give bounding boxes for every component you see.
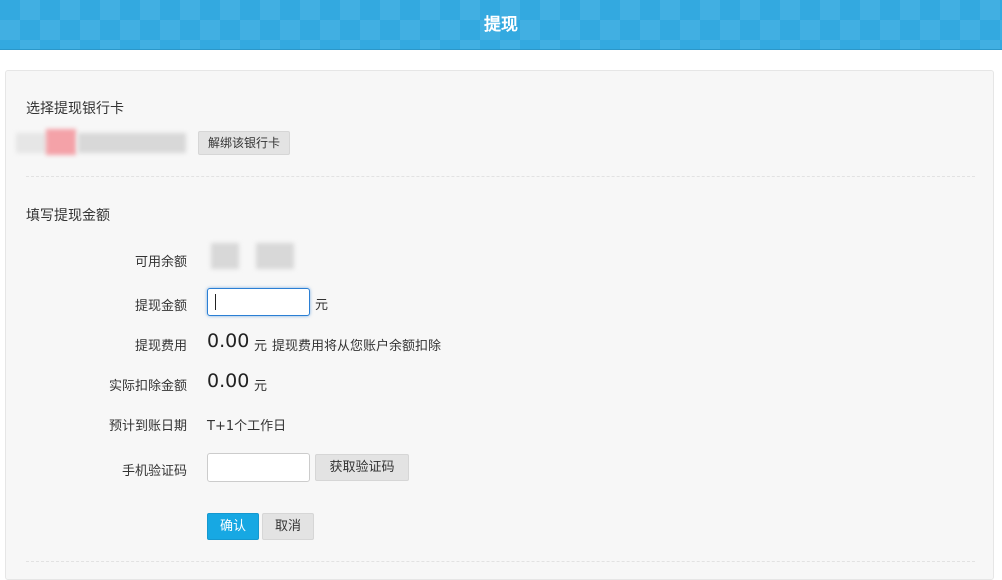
- sms-code-label: 手机验证码: [121, 464, 187, 479]
- top-header-bar: 提现: [0, 0, 1002, 50]
- fee-value: 0.00: [207, 330, 250, 352]
- actual-deduction-value: 0.00: [207, 370, 250, 392]
- amount-section-title: 填写提现金额: [26, 208, 110, 224]
- actual-deduction-label: 实际扣除金额: [108, 379, 187, 394]
- withdraw-amount-unit: 元: [315, 298, 329, 313]
- section-divider: [26, 176, 975, 177]
- page-title: 提现: [484, 15, 518, 35]
- text-caret: [215, 294, 216, 310]
- get-code-button[interactable]: 获取验证码: [315, 454, 409, 481]
- confirm-button[interactable]: 确认: [207, 513, 259, 540]
- fee-label: 提现费用: [134, 339, 187, 354]
- unbind-bank-card-button[interactable]: 解绑该银行卡: [198, 131, 290, 155]
- withdraw-panel: 选择提现银行卡 解绑该银行卡 填写提现金额 可用余额 提现金额 元 提现费用 0…: [5, 70, 994, 580]
- cancel-button[interactable]: 取消: [262, 513, 314, 540]
- fee-note: 提现费用将从您账户余额扣除: [272, 339, 442, 354]
- arrival-date-value: T+1个工作日: [207, 419, 287, 434]
- available-balance-label: 可用余额: [134, 255, 187, 270]
- bottom-divider: [26, 561, 975, 562]
- actual-deduction-unit: 元: [254, 379, 268, 394]
- fee-unit: 元: [254, 339, 268, 354]
- sms-code-input[interactable]: [207, 453, 310, 482]
- arrival-date-label: 预计到账日期: [108, 419, 187, 434]
- withdraw-amount-input[interactable]: [207, 288, 310, 316]
- withdraw-amount-label: 提现金额: [134, 299, 187, 314]
- bank-section-title: 选择提现银行卡: [26, 101, 124, 117]
